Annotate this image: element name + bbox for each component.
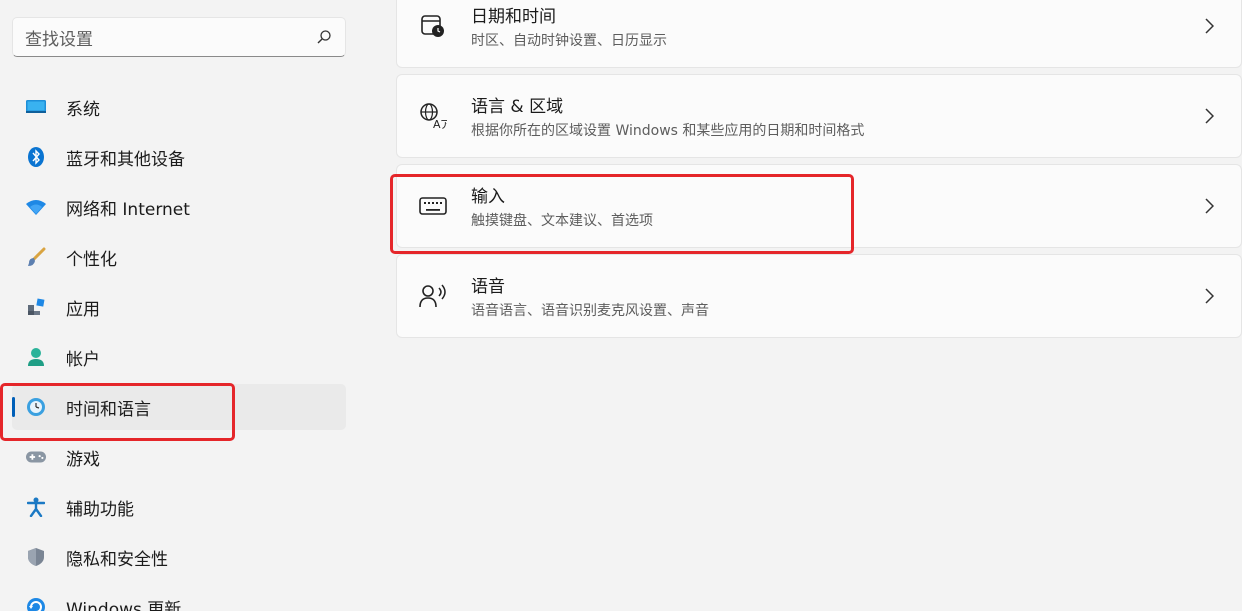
sidebar-item-windows-update[interactable]: Windows 更新 bbox=[12, 584, 346, 611]
sidebar: 查找设置 系统 蓝牙和其他设备 网络和 Internet 个性化 应用 帐户 时… bbox=[0, 0, 360, 611]
card-subtitle: 时区、自动时钟设置、日历显示 bbox=[471, 33, 667, 49]
sidebar-item-gaming[interactable]: 游戏 bbox=[12, 434, 346, 480]
sidebar-item-label: 网络和 Internet bbox=[66, 199, 190, 220]
bluetooth-icon bbox=[26, 147, 46, 167]
sidebar-item-personalization[interactable]: 个性化 bbox=[12, 234, 346, 280]
update-icon bbox=[26, 597, 46, 611]
settings-window: 查找设置 系统 蓝牙和其他设备 网络和 Internet 个性化 应用 帐户 时… bbox=[0, 0, 1242, 611]
card-title: 日期和时间 bbox=[471, 7, 556, 27]
brush-icon bbox=[26, 247, 46, 267]
sidebar-item-bluetooth[interactable]: 蓝牙和其他设备 bbox=[12, 134, 346, 180]
card-title: 语言 & 区域 bbox=[471, 97, 564, 117]
sidebar-nav: 系统 蓝牙和其他设备 网络和 Internet 个性化 应用 帐户 时间和语言 … bbox=[12, 84, 346, 611]
apps-icon bbox=[26, 297, 46, 317]
search-icon[interactable] bbox=[315, 28, 333, 46]
sidebar-item-privacy[interactable]: 隐私和安全性 bbox=[12, 534, 346, 580]
chevron-right-icon bbox=[1189, 16, 1229, 36]
sidebar-item-label: 系统 bbox=[66, 99, 100, 120]
card-subtitle: 语音语言、语音识别麦克风设置、声音 bbox=[471, 303, 709, 319]
sidebar-item-network[interactable]: 网络和 Internet bbox=[12, 184, 346, 230]
sidebar-item-accessibility[interactable]: 辅助功能 bbox=[12, 484, 346, 530]
sidebar-item-label: 时间和语言 bbox=[66, 399, 151, 420]
sidebar-item-label: 隐私和安全性 bbox=[66, 549, 168, 570]
card-speech[interactable]: 语音 语音语言、语音识别麦克风设置、声音 bbox=[396, 254, 1242, 338]
sidebar-item-system[interactable]: 系统 bbox=[12, 84, 346, 130]
gamepad-icon bbox=[26, 447, 46, 467]
card-title: 语音 bbox=[471, 277, 505, 297]
search-box[interactable]: 查找设置 bbox=[12, 17, 346, 57]
calendar-clock-icon bbox=[419, 12, 447, 40]
card-subtitle: 触摸键盘、文本建议、首选项 bbox=[471, 213, 653, 229]
sidebar-item-apps[interactable]: 应用 bbox=[12, 284, 346, 330]
sidebar-item-label: 应用 bbox=[66, 299, 100, 320]
shield-icon bbox=[26, 547, 46, 567]
keyboard-icon bbox=[419, 192, 447, 220]
speech-icon bbox=[419, 282, 447, 310]
wifi-icon bbox=[26, 197, 46, 217]
sidebar-item-label: 游戏 bbox=[66, 449, 100, 470]
card-typing[interactable]: 输入 触摸键盘、文本建议、首选项 bbox=[396, 164, 1242, 248]
sidebar-item-time-language[interactable]: 时间和语言 bbox=[12, 384, 346, 430]
account-icon bbox=[26, 347, 46, 367]
sidebar-item-accounts[interactable]: 帐户 bbox=[12, 334, 346, 380]
active-indicator bbox=[12, 397, 15, 417]
system-icon bbox=[26, 97, 46, 117]
search-input[interactable]: 查找设置 bbox=[25, 25, 315, 50]
card-subtitle: 根据你所在的区域设置 Windows 和某些应用的日期和时间格式 bbox=[471, 123, 865, 139]
language-icon: Aア bbox=[419, 102, 447, 130]
card-title: 输入 bbox=[471, 187, 505, 207]
sidebar-item-label: Windows 更新 bbox=[66, 599, 182, 611]
chevron-right-icon bbox=[1189, 286, 1229, 306]
sidebar-item-label: 帐户 bbox=[66, 349, 100, 370]
accessibility-icon bbox=[26, 497, 46, 517]
sidebar-item-label: 个性化 bbox=[66, 249, 117, 270]
card-date-time[interactable]: 日期和时间 时区、自动时钟设置、日历显示 bbox=[396, 0, 1242, 68]
svg-text:ア: ア bbox=[440, 118, 447, 130]
time-language-icon bbox=[26, 397, 46, 417]
chevron-right-icon bbox=[1189, 106, 1229, 126]
sidebar-item-label: 辅助功能 bbox=[66, 499, 134, 520]
card-language-region[interactable]: Aア 语言 & 区域 根据你所在的区域设置 Windows 和某些应用的日期和时… bbox=[396, 74, 1242, 158]
sidebar-item-label: 蓝牙和其他设备 bbox=[66, 149, 185, 170]
chevron-right-icon bbox=[1189, 196, 1229, 216]
